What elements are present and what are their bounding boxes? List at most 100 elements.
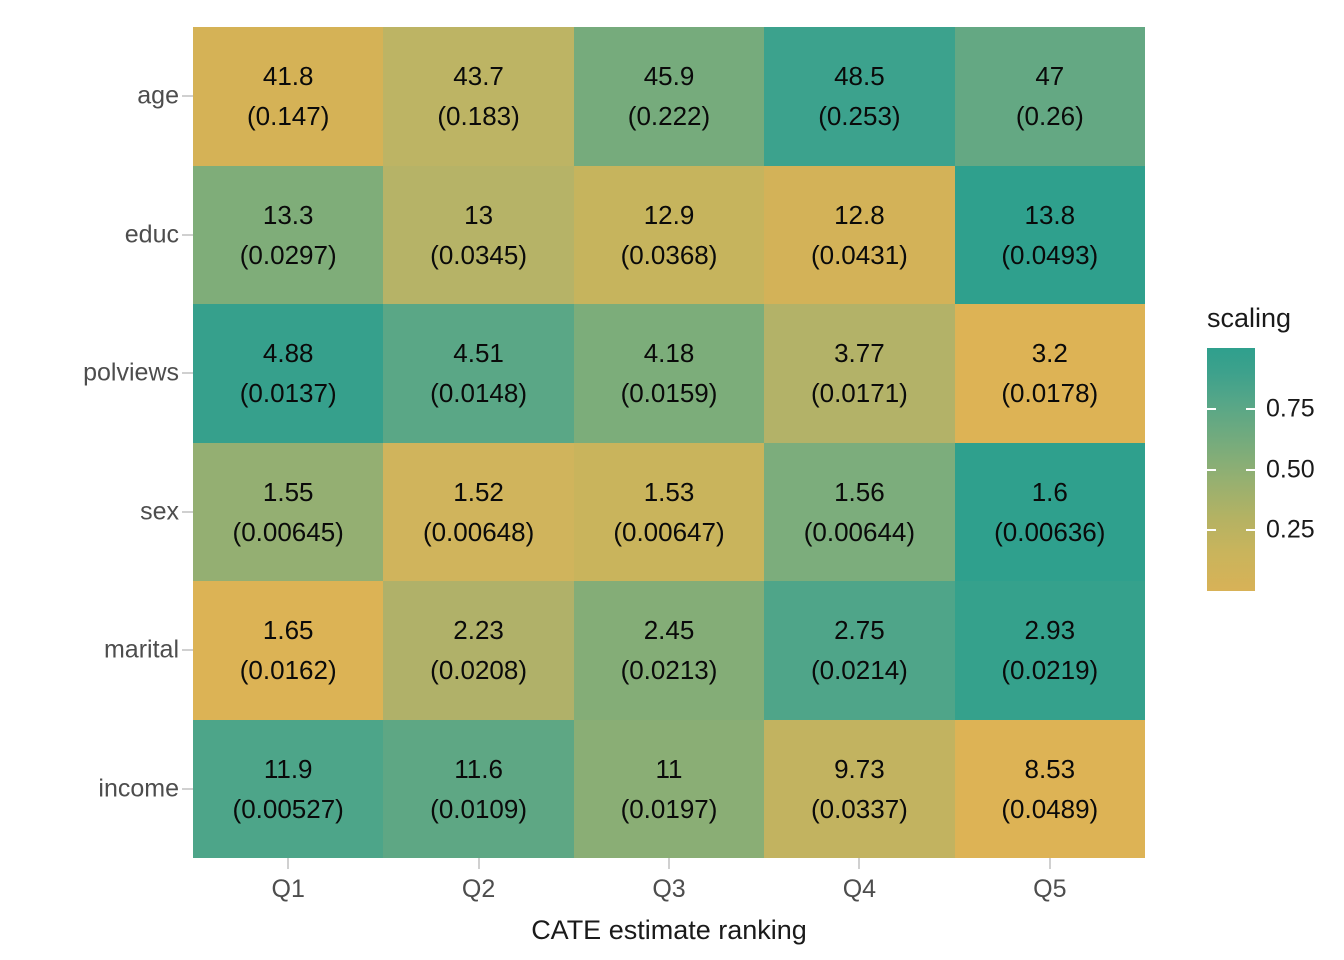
- cell-estimate: 11: [655, 753, 683, 784]
- heatmap-cell: 4.88 (0.0137): [193, 304, 384, 443]
- cell-estimate: 8.53: [1024, 753, 1076, 784]
- legend-tick-mark: [1246, 407, 1255, 410]
- heatmap-cell: 2.75 (0.0214): [764, 581, 955, 720]
- cell-standard-error: (0.26): [1015, 101, 1084, 132]
- cell-standard-error: (0.00645): [232, 516, 344, 547]
- legend-tick-mark: [1207, 529, 1216, 532]
- heatmap-cell: 13 (0.0345): [383, 165, 574, 304]
- cell-estimate: 12.9: [643, 199, 695, 230]
- y-axis-tick-mark: [182, 233, 193, 236]
- y-axis-tick-mark: [182, 649, 193, 652]
- legend-tick-mark: [1246, 468, 1255, 471]
- heatmap-cell: 1.65 (0.0162): [193, 581, 384, 720]
- heatmap-cell: 1.53 (0.00647): [573, 442, 765, 581]
- cell-estimate: 2.93: [1024, 615, 1076, 646]
- x-axis-tick-mark: [1048, 858, 1051, 869]
- heatmap-panel: 41.8 (0.147) 43.7 (0.183) 45.9 (0.222) 48.5 (0.…: [193, 27, 1145, 858]
- cell-estimate: 2.75: [834, 615, 885, 646]
- heatmap-cell: 1.56 (0.00644): [764, 442, 955, 581]
- cell-estimate: 3.77: [834, 338, 885, 369]
- y-axis-tick-mark: [182, 510, 193, 513]
- x-axis-title: CATE estimate ranking: [531, 915, 807, 945]
- cell-standard-error: (0.0162): [239, 655, 337, 686]
- heatmap-cell: 3.77 (0.0171): [764, 304, 955, 443]
- x-axis-tick-mark: [668, 858, 670, 869]
- cell-estimate: 13: [464, 199, 494, 230]
- heatmap-cell: 43.7 (0.183): [383, 27, 574, 166]
- cell-standard-error: (0.0109): [430, 793, 528, 824]
- cell-standard-error: (0.0171): [810, 378, 908, 409]
- heatmap-cell: 2.93 (0.0219): [954, 581, 1145, 720]
- cell-estimate: 13.3: [262, 199, 314, 230]
- legend-tick-mark: [1207, 407, 1216, 410]
- x-axis-tick-label: Q1: [271, 875, 305, 903]
- cell-estimate: 2.23: [453, 615, 504, 646]
- heatmap-cell: 1.55 (0.00645): [193, 442, 384, 581]
- cell-standard-error: (0.0213): [620, 655, 718, 686]
- cell-standard-error: (0.0219): [1001, 655, 1099, 686]
- x-axis: Q1 Q2 Q3 Q4 Q5: [193, 858, 1145, 918]
- x-axis-tick-mark: [858, 858, 861, 869]
- cell-standard-error: (0.222): [627, 101, 711, 132]
- cell-standard-error: (0.0178): [1001, 378, 1099, 409]
- heatmap-cell: 13.3 (0.0297): [193, 165, 384, 304]
- legend-title: scaling: [1207, 303, 1292, 333]
- cell-standard-error: (0.0493): [1001, 239, 1099, 270]
- cell-estimate: 47: [1035, 61, 1065, 92]
- heatmap-cell: 3.2 (0.0178): [954, 304, 1145, 443]
- cell-estimate: 11.6: [454, 753, 503, 784]
- heatmap-cell: 41.8 (0.147): [193, 27, 384, 166]
- cell-standard-error: (0.0148): [430, 378, 528, 409]
- y-axis-tick-mark: [182, 95, 193, 98]
- cell-standard-error: (0.0197): [620, 793, 718, 824]
- legend-tick-label: 0.75: [1266, 394, 1315, 423]
- cell-estimate: 1.6: [1031, 476, 1068, 507]
- cell-standard-error: (0.00527): [232, 793, 344, 824]
- legend: scaling 0.75 0.50 0.25: [1196, 303, 1344, 603]
- cell-standard-error: (0.0345): [430, 239, 528, 270]
- heatmap-cell: 13.8 (0.0493): [954, 165, 1145, 304]
- cell-estimate: 3.2: [1031, 338, 1068, 369]
- y-axis-tick-mark: [182, 787, 193, 790]
- y-axis-tick-label: age: [137, 81, 179, 110]
- cell-estimate: 1.53: [643, 476, 695, 507]
- chart-root: age educ polviews sex marital income 41.8 (0.1…: [0, 0, 1344, 960]
- legend-tick-mark: [1207, 468, 1216, 471]
- legend-tick-label: 0.25: [1266, 515, 1315, 544]
- cell-standard-error: (0.0337): [810, 793, 908, 824]
- x-axis-tick-label: Q2: [461, 875, 496, 903]
- heatmap-cell: 12.9 (0.0368): [573, 165, 765, 304]
- cell-standard-error: (0.253): [818, 101, 901, 132]
- cell-standard-error: (0.0159): [620, 378, 718, 409]
- heatmap-cell: 4.18 (0.0159): [573, 304, 765, 443]
- x-axis-tick-mark: [477, 858, 480, 869]
- cell-standard-error: (0.0297): [239, 239, 337, 270]
- y-axis-tick-label: sex: [140, 497, 179, 526]
- heatmap-cell: 2.45 (0.0213): [573, 581, 765, 720]
- heatmap-cell: 48.5 (0.253): [764, 27, 955, 166]
- cell-standard-error: (0.00648): [422, 516, 535, 547]
- x-axis-tick-label: Q4: [842, 875, 877, 903]
- heatmap-cell: 11.6 (0.0109): [383, 719, 574, 858]
- cell-standard-error: (0.00636): [994, 516, 1106, 547]
- heatmap-cell: 12.8 (0.0431): [764, 165, 955, 304]
- cell-standard-error: (0.00644): [803, 516, 916, 547]
- cell-estimate: 9.73: [834, 753, 885, 784]
- cell-estimate: 43.7: [453, 61, 504, 92]
- cell-standard-error: (0.0368): [620, 239, 718, 270]
- cell-standard-error: (0.147): [247, 101, 330, 132]
- heatmap-cell: 11 (0.0197): [573, 719, 765, 858]
- cell-standard-error: (0.0208): [430, 655, 528, 686]
- y-axis: age educ polviews sex marital income: [0, 27, 193, 858]
- cell-estimate: 13.8: [1024, 199, 1076, 230]
- y-axis-tick-label: marital: [103, 635, 179, 664]
- cell-estimate: 2.45: [643, 615, 695, 646]
- cell-estimate: 1.65: [262, 615, 314, 646]
- x-axis-tick-mark: [287, 858, 290, 869]
- cell-standard-error: (0.00647): [613, 516, 725, 547]
- cell-estimate: 4.51: [453, 338, 504, 369]
- y-axis-tick-label: polviews: [83, 358, 179, 387]
- heatmap-cell: 8.53 (0.0489): [954, 719, 1145, 858]
- heatmap-cell: 9.73 (0.0337): [764, 719, 955, 858]
- cell-standard-error: (0.183): [437, 101, 520, 132]
